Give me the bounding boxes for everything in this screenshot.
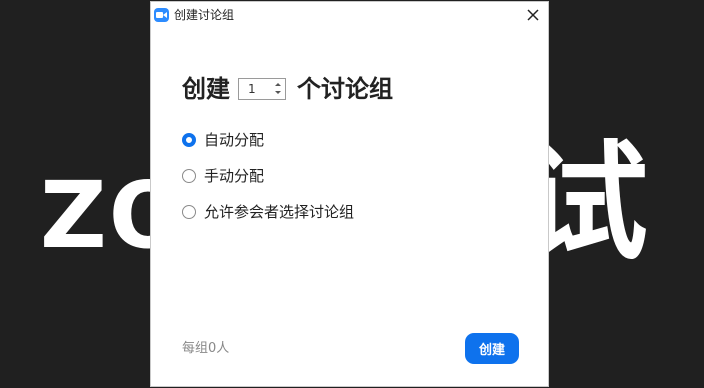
heading-prefix: 创建: [182, 75, 230, 103]
room-count-row: 创建 1 个讨论组: [182, 72, 393, 106]
option-label: 自动分配: [204, 131, 265, 149]
option-manual-assign[interactable]: 手动分配: [182, 166, 264, 186]
per-group-count: 每组0人: [182, 341, 230, 356]
stepper-arrows[interactable]: [273, 80, 283, 98]
option-let-participants-choose[interactable]: 允许参会者选择讨论组: [182, 202, 354, 222]
radio-auto-assign[interactable]: [182, 133, 196, 147]
heading-suffix: 个讨论组: [297, 75, 393, 103]
option-auto-assign[interactable]: 自动分配: [182, 130, 264, 150]
close-button[interactable]: [524, 6, 542, 24]
close-icon: [527, 9, 539, 21]
decrement-arrow-icon[interactable]: [275, 91, 281, 94]
breakout-rooms-dialog: 创建讨论组 创建 1 个讨论组 自动分配 手动分配 允许参会者选择讨论组 每组0…: [150, 1, 549, 387]
window-title: 创建讨论组: [174, 8, 235, 22]
title-bar: 创建讨论组: [151, 2, 548, 28]
room-count-value[interactable]: 1: [248, 81, 256, 97]
option-label: 手动分配: [204, 167, 265, 185]
radio-manual-assign[interactable]: [182, 169, 196, 183]
create-button[interactable]: 创建: [465, 333, 519, 364]
room-count-stepper[interactable]: 1: [238, 78, 286, 100]
zoom-camera-icon: [154, 8, 169, 22]
radio-let-participants-choose[interactable]: [182, 205, 196, 219]
increment-arrow-icon[interactable]: [275, 83, 281, 86]
option-label: 允许参会者选择讨论组: [204, 203, 355, 221]
